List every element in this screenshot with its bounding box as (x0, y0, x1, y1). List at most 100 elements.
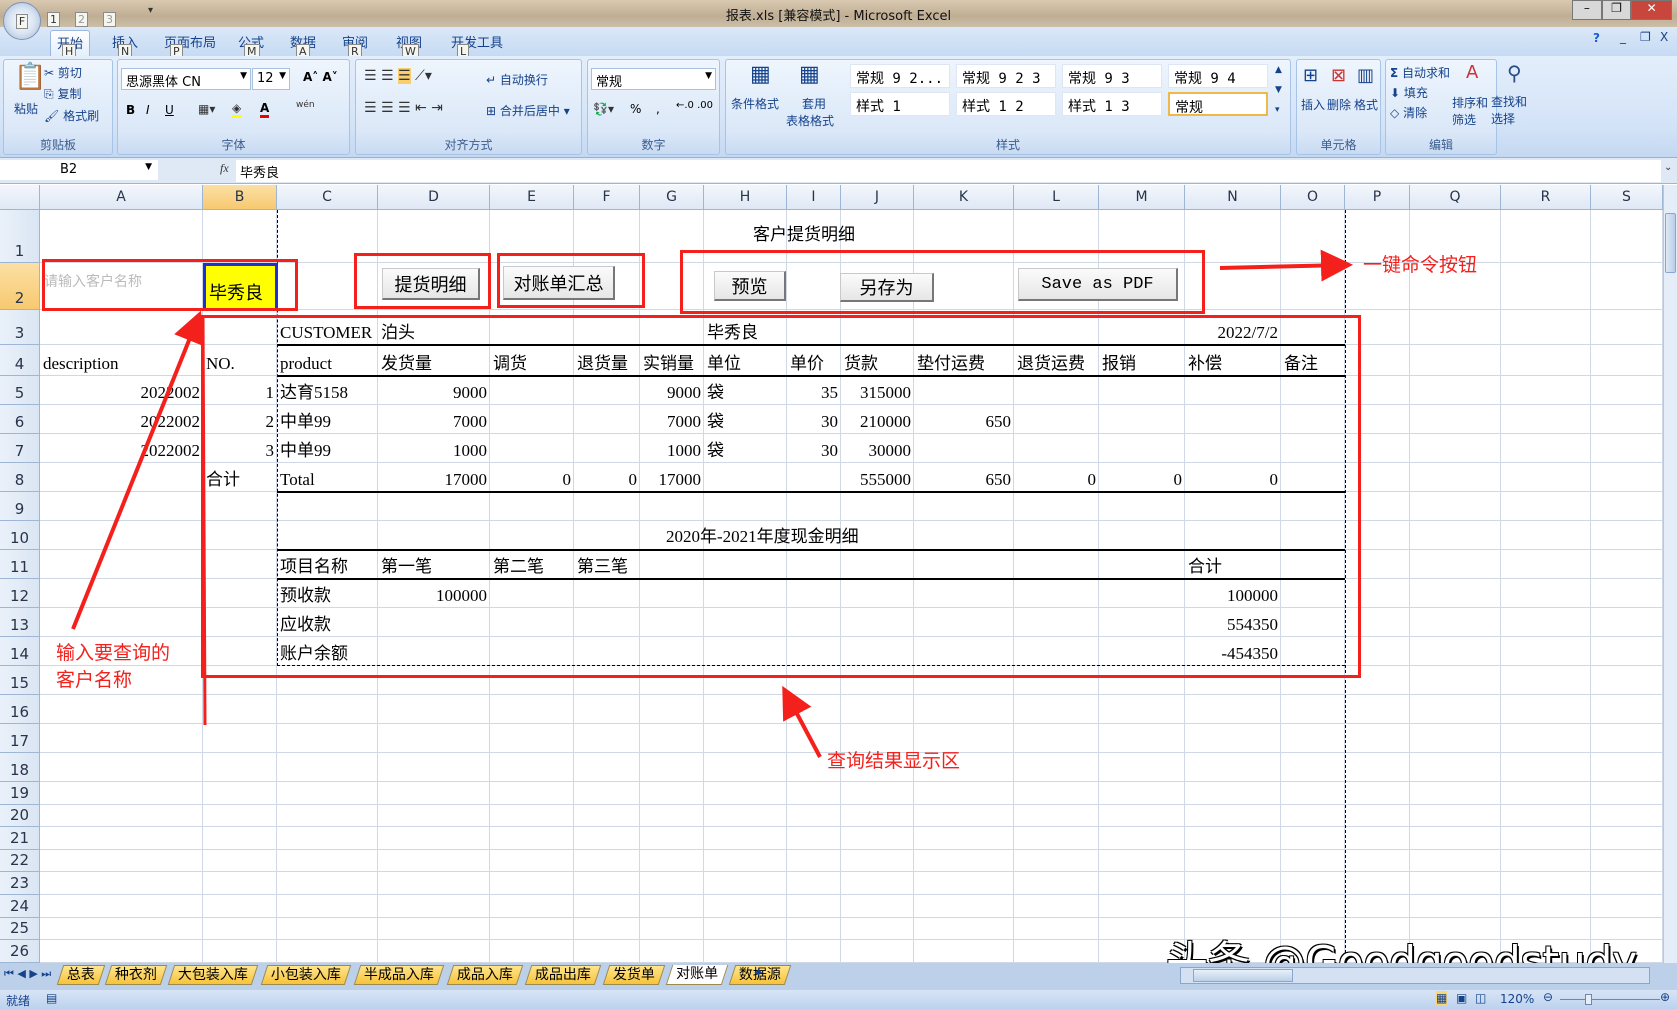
sheet-tab-1[interactable]: 种衣剂 (104, 965, 168, 985)
cell-style-item[interactable]: 常规 9 3 (1062, 64, 1162, 88)
worksheet-grid[interactable]: A B C D E F G H I J K L M N O P Q R S 1 2 3 4 5 6 7 8 9 10 11 12 13 14 15… (0, 185, 1677, 963)
zoom-out-icon[interactable]: ⊖ (1543, 990, 1553, 1004)
phonetic-icon[interactable]: wén (296, 100, 315, 110)
merge-center-button[interactable]: ⊞ 合并后居中 ▾ (486, 102, 570, 119)
close-icon[interactable]: ✕ (1631, 0, 1672, 20)
gallery-scroll-icons[interactable]: ▲ ▼ ▾ (1275, 65, 1282, 115)
fx-icon[interactable]: fx (220, 161, 229, 176)
font-group: 思源黑体 CN ▼ 12 ▼ A˄ A˅ B I U ▦▾ ◈ A wén 字体 (117, 59, 350, 155)
sheet-tab-label: 总表 (66, 967, 95, 983)
sheet-tab-6[interactable]: 成品出库 (524, 965, 602, 985)
zoom-slider-thumb[interactable] (1585, 994, 1593, 1005)
sheet-tab-7[interactable]: 发货单 (602, 965, 666, 985)
font-color-icon[interactable]: A (260, 101, 270, 118)
zoom-slider[interactable] (1560, 994, 1660, 1005)
fill-color-icon[interactable]: ◈ (232, 101, 242, 118)
italic-button[interactable]: I (146, 103, 150, 117)
sort-filter-button[interactable]: 排序和 筛选 (1452, 94, 1488, 128)
paste-button[interactable]: 粘贴 (14, 100, 38, 117)
grow-font-icon[interactable]: A˄ A˅ (303, 70, 338, 84)
table-format-icon[interactable]: ▦ (799, 62, 820, 87)
command-buttons-label: 一键命令按钮 (1363, 254, 1478, 276)
sort-filter-icon[interactable]: A (1466, 62, 1478, 83)
find-select-icon[interactable]: ⚲ (1507, 61, 1522, 85)
cut-button[interactable]: ✂ 剪切 (44, 64, 82, 81)
insert-sheet-icon[interactable]: ✦ (753, 966, 764, 981)
copy-button[interactable]: ⎘ 复制 (44, 85, 81, 102)
delete-cells-icon[interactable]: ⊠ (1331, 65, 1346, 86)
page-layout-view-icon[interactable]: ▣ (1456, 991, 1467, 1005)
vertical-align-icons[interactable]: ☰ ☰ ☰ ⟋▾ (364, 68, 432, 84)
insert-cells-icon[interactable]: ⊞ (1303, 65, 1318, 86)
paste-icon[interactable]: 📋 (14, 62, 46, 92)
input-customer-label-line1: 输入要查询的 (56, 642, 171, 664)
cell-style-item[interactable]: 样式 1 2 (956, 92, 1056, 116)
expand-formula-icon[interactable]: ⌄ (1664, 162, 1672, 173)
macro-record-icon[interactable]: ▤ (46, 991, 57, 1005)
font-size-select[interactable]: 12 ▼ (252, 68, 290, 90)
sheet-tab-5[interactable]: 成品入库 (446, 965, 524, 985)
horizontal-scroll-thumb[interactable] (1193, 969, 1293, 982)
restore-icon[interactable]: ❐ (1601, 0, 1632, 20)
fill-button[interactable]: ⬇ 填充 (1390, 84, 1428, 101)
vertical-scroll-thumb[interactable] (1665, 213, 1676, 273)
sheet-tab-label: 发货单 (612, 967, 655, 983)
zoom-in-icon[interactable]: ⊕ (1660, 990, 1670, 1004)
ribbon-tab-p[interactable]: 页面布局 (158, 30, 222, 53)
office-button[interactable]: F (3, 2, 41, 40)
format-cells-icon[interactable]: ▥ (1357, 65, 1374, 86)
cells-group-label: 单元格 (1320, 138, 1357, 152)
page-break-view-icon[interactable]: ◫ (1475, 991, 1486, 1005)
delete-button[interactable]: 删除 (1327, 96, 1351, 113)
minimize-icon[interactable]: – (1572, 0, 1602, 20)
cell-style-item[interactable]: 常规 9 2... (850, 64, 950, 88)
format-button[interactable]: 格式 (1354, 96, 1378, 113)
sheet-tab-4[interactable]: 半成品入库 (353, 965, 445, 985)
cell-style-item[interactable]: 样式 1 3 (1062, 92, 1162, 116)
table-format-button-line1[interactable]: 套用 (802, 95, 826, 112)
wrap-text-button[interactable]: ↵ 自动换行 (486, 71, 548, 88)
font-name-select[interactable]: 思源黑体 CN ▼ (121, 68, 251, 90)
border-icon[interactable]: ▦▾ (198, 102, 215, 116)
cell-style-item[interactable]: 常规 9 4 (1168, 64, 1268, 88)
conditional-format-icon[interactable]: ▦ (750, 62, 771, 87)
insert-button[interactable]: 插入 (1301, 96, 1325, 113)
comma-button[interactable]: , (656, 102, 660, 116)
horizontal-align-icons[interactable]: ☰ ☰ ☰ ⇤ ⇥ (364, 100, 443, 116)
cell-style-item[interactable]: 常规 (1168, 92, 1268, 116)
sheet-tab-2[interactable]: 大包装入库 (167, 965, 259, 985)
cell-style-item[interactable]: 常规 9 2 3 (956, 64, 1056, 88)
horizontal-scrollbar[interactable] (1180, 967, 1650, 984)
vertical-scrollbar[interactable] (1663, 185, 1677, 963)
number-format-select[interactable]: 常规 ▼ (591, 68, 716, 90)
table-format-button-line2[interactable]: 表格格式 (786, 112, 834, 129)
bold-button[interactable]: B (126, 103, 135, 117)
tab-scroll-arrows[interactable]: ⏮ ◀ ▶ ⏭ (4, 967, 51, 981)
help-icon[interactable]: ? (1593, 31, 1600, 45)
workbook-restore-icon[interactable]: ❐ (1640, 30, 1651, 44)
decimal-icons[interactable]: ←.0 .00 (676, 100, 713, 111)
format-painter-button[interactable]: 🖌 格式刷 (44, 107, 99, 124)
workbook-minimize-icon[interactable]: _ (1620, 30, 1626, 44)
sheet-tab-8[interactable]: 对账单 (665, 965, 729, 985)
ribbon-tab-l[interactable]: 开发工具 (445, 30, 509, 53)
formula-input[interactable]: 毕秀良 (236, 160, 1661, 182)
autosum-button[interactable]: Σ 自动求和 (1390, 64, 1450, 81)
clear-button[interactable]: ◇ 清除 (1390, 104, 1427, 121)
find-select-button[interactable]: 查找和 选择 (1491, 93, 1527, 127)
workbook-close-icon[interactable]: X (1660, 30, 1668, 44)
zoom-level[interactable]: 120% (1500, 992, 1534, 1006)
name-box[interactable]: B2 ▼ (0, 160, 158, 180)
copy-icon: ⎘ (44, 87, 54, 101)
sheet-tab-3[interactable]: 小包装入库 (260, 965, 352, 985)
number-group-label: 数字 (641, 138, 666, 152)
sheet-tab-0[interactable]: 总表 (56, 965, 106, 985)
underline-button[interactable]: U (165, 103, 174, 117)
window-title: 报表.xls [兼容模式] - Microsoft Excel (725, 9, 952, 24)
scissors-icon: ✂ (44, 66, 55, 80)
percent-button[interactable]: % (630, 102, 641, 116)
accounting-icon[interactable]: 💱▾ (593, 102, 614, 116)
cell-style-item[interactable]: 样式 1 (850, 92, 950, 116)
conditional-format-button[interactable]: 条件格式 (731, 95, 779, 112)
normal-view-icon[interactable]: ▦ (1436, 991, 1448, 1005)
